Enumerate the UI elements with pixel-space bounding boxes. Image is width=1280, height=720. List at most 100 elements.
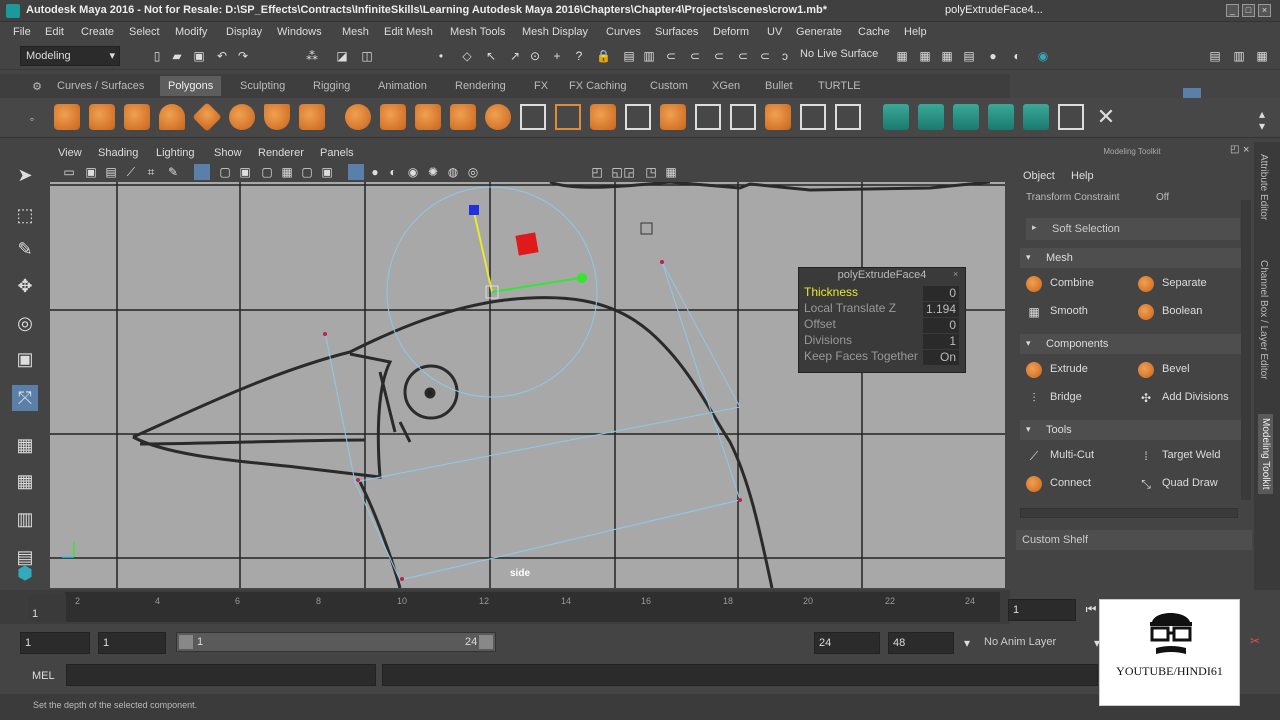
panel-menu-lighting[interactable]: Lighting bbox=[156, 147, 195, 159]
extract-shelf-icon[interactable] bbox=[415, 104, 441, 130]
render-view-icon[interactable]: ▦ bbox=[895, 49, 909, 63]
extrude-shelf-icon[interactable] bbox=[590, 104, 616, 130]
character-set-icon[interactable]: ✂ bbox=[1248, 634, 1262, 648]
unfold-uv-icon[interactable] bbox=[1023, 104, 1049, 130]
playback-end-field[interactable]: 24 bbox=[814, 632, 880, 654]
menu-file[interactable]: File bbox=[13, 26, 31, 38]
grid-toggle-icon[interactable] bbox=[194, 164, 210, 180]
current-frame-field[interactable]: 1 bbox=[1008, 599, 1076, 621]
magnet-snap-icon[interactable]: ⊂ bbox=[664, 49, 678, 63]
bevel-shelf-icon[interactable] bbox=[660, 104, 686, 130]
wireframe-icon[interactable] bbox=[348, 164, 364, 180]
minimize-button[interactable]: _ bbox=[1226, 4, 1239, 17]
snap-view-plane-icon[interactable]: ⊂ bbox=[688, 49, 702, 63]
menu-deform[interactable]: Deform bbox=[713, 26, 749, 38]
hud-row-thickness[interactable]: Thickness bbox=[804, 285, 858, 301]
persp-outliner-layout-icon[interactable]: ▥ bbox=[12, 506, 38, 532]
output-ops-icon[interactable]: ⊂ bbox=[758, 49, 772, 63]
lasso-tool-icon[interactable]: ⬚ bbox=[12, 202, 38, 228]
hypershade-icon[interactable]: ● bbox=[986, 49, 1000, 63]
tab-turtle[interactable]: TURTLE bbox=[818, 80, 861, 92]
menu-generate[interactable]: Generate bbox=[796, 26, 842, 38]
panel-vertical-scrollbar[interactable] bbox=[1241, 200, 1251, 500]
lights-icon[interactable]: ✺ bbox=[426, 165, 440, 179]
gate-mask-icon[interactable]: ▢ bbox=[260, 165, 274, 179]
automatic-uv-icon[interactable] bbox=[988, 104, 1014, 130]
separate-shelf-icon[interactable] bbox=[380, 104, 406, 130]
camera-icon[interactable]: ▭ bbox=[62, 165, 76, 179]
ambient-occlusion-icon[interactable]: ◎ bbox=[466, 165, 480, 179]
input-ops-icon[interactable]: ⊂ bbox=[736, 49, 750, 63]
menu-edit[interactable]: Edit bbox=[45, 26, 64, 38]
bridge-button[interactable]: ⫶ Bridge bbox=[1022, 386, 1128, 410]
animation-end-field[interactable]: 48 bbox=[888, 632, 954, 654]
image-plane-icon[interactable]: ⟋ bbox=[124, 165, 138, 179]
chevron-down-icon[interactable]: ▾ bbox=[960, 636, 974, 650]
combine-button[interactable]: Combine bbox=[1022, 272, 1128, 296]
shelf-menu-icon[interactable]: ◦ bbox=[25, 112, 39, 126]
select-by-edge-icon[interactable]: • bbox=[434, 49, 448, 63]
save-scene-icon[interactable]: ▣ bbox=[192, 49, 206, 63]
menu-help[interactable]: Help bbox=[904, 26, 927, 38]
select-tool-icon[interactable]: ➤ bbox=[12, 162, 38, 188]
range-slider[interactable]: 1 24 bbox=[176, 632, 496, 652]
live-surface-field[interactable]: No Live Surface bbox=[800, 48, 878, 60]
panel-menu-renderer[interactable]: Renderer bbox=[258, 147, 304, 159]
hud-row-offset[interactable]: Offset bbox=[804, 317, 836, 333]
menu-select[interactable]: Select bbox=[129, 26, 160, 38]
toggle-channel-box-icon[interactable]: ▦ bbox=[1255, 49, 1269, 63]
render-icon[interactable]: ▥ bbox=[642, 49, 656, 63]
menu-modify[interactable]: Modify bbox=[175, 26, 207, 38]
hud-value-offset[interactable]: 0 bbox=[923, 318, 959, 333]
mirror-shelf-icon[interactable] bbox=[520, 104, 546, 130]
tab-polygons[interactable]: Polygons bbox=[160, 76, 222, 96]
xray-components-icon[interactable]: ◳ bbox=[644, 165, 658, 179]
range-end-handle[interactable] bbox=[479, 635, 493, 649]
tab-sculpting[interactable]: Sculpting bbox=[240, 80, 285, 92]
maximize-button[interactable]: □ bbox=[1242, 4, 1255, 17]
menu-edit-mesh[interactable]: Edit Mesh bbox=[384, 26, 433, 38]
render-settings-icon[interactable]: ▤ bbox=[962, 49, 976, 63]
render-current-icon[interactable]: ▦ bbox=[918, 49, 932, 63]
tab-channel-box[interactable]: Channel Box / Layer Editor bbox=[1258, 260, 1269, 380]
poly-cylinder-icon[interactable] bbox=[124, 104, 150, 130]
open-scene-icon[interactable]: ▰ bbox=[170, 49, 184, 63]
move-tool-icon[interactable]: ✥ bbox=[12, 273, 38, 299]
select-by-multi-icon[interactable]: ↗ bbox=[508, 49, 522, 63]
tab-xgen[interactable]: XGen bbox=[712, 80, 740, 92]
tab-animation[interactable]: Animation bbox=[378, 80, 427, 92]
current-frame-marker[interactable]: 1 bbox=[28, 594, 66, 622]
modeling-toolkit-logo-icon[interactable]: ⬢ bbox=[12, 560, 38, 586]
panel-menu-object[interactable]: Object bbox=[1023, 170, 1055, 182]
hud-value-divisions[interactable]: 1 bbox=[923, 334, 959, 349]
tab-fx[interactable]: FX bbox=[534, 80, 548, 92]
select-object-icon[interactable]: ◪ bbox=[335, 49, 349, 63]
resolution-gate-icon[interactable]: ▣ bbox=[238, 165, 252, 179]
target-weld-shelf-icon[interactable] bbox=[835, 104, 861, 130]
components-section-header[interactable]: ▾ Components bbox=[1020, 334, 1250, 354]
poly-cube-icon[interactable] bbox=[89, 104, 115, 130]
shelf-scroll-down-icon[interactable]: ▾ bbox=[1255, 119, 1269, 133]
tab-fx-caching[interactable]: FX Caching bbox=[569, 80, 626, 92]
hud-row-local-translate-z[interactable]: Local Translate Z bbox=[804, 301, 896, 317]
bookmark-icon[interactable]: ▤ bbox=[104, 165, 118, 179]
ipr-render-icon[interactable]: ▦ bbox=[940, 49, 954, 63]
merge-icon[interactable] bbox=[800, 104, 826, 130]
select-by-uv-icon[interactable]: ↖ bbox=[484, 49, 498, 63]
smooth-shade-icon[interactable]: ● bbox=[368, 165, 382, 179]
toggle-attribute-editor-icon[interactable]: ▤ bbox=[1208, 49, 1222, 63]
construction-history-icon[interactable]: ↄ bbox=[778, 49, 792, 63]
shadows-icon[interactable]: ◍ bbox=[446, 165, 460, 179]
poly-sphere-icon[interactable] bbox=[54, 104, 80, 130]
snap-curve-icon[interactable]: ? bbox=[572, 49, 586, 63]
history-icon[interactable]: ▤ bbox=[622, 49, 636, 63]
lock-icon[interactable]: 🔒 bbox=[596, 49, 611, 63]
menu-windows[interactable]: Windows bbox=[277, 26, 322, 38]
sew-uv-icon[interactable]: ✕ bbox=[1093, 104, 1119, 130]
go-to-start-icon[interactable]: ⏮ bbox=[1084, 602, 1098, 616]
four-view-layout-icon[interactable]: ▦ bbox=[12, 468, 38, 494]
light-editor-icon[interactable]: ◉ bbox=[1036, 49, 1050, 63]
smooth-button[interactable]: ▦ Smooth bbox=[1022, 300, 1128, 324]
custom-shelf-header[interactable]: Custom Shelf bbox=[1016, 530, 1252, 550]
menu-curves[interactable]: Curves bbox=[606, 26, 641, 38]
